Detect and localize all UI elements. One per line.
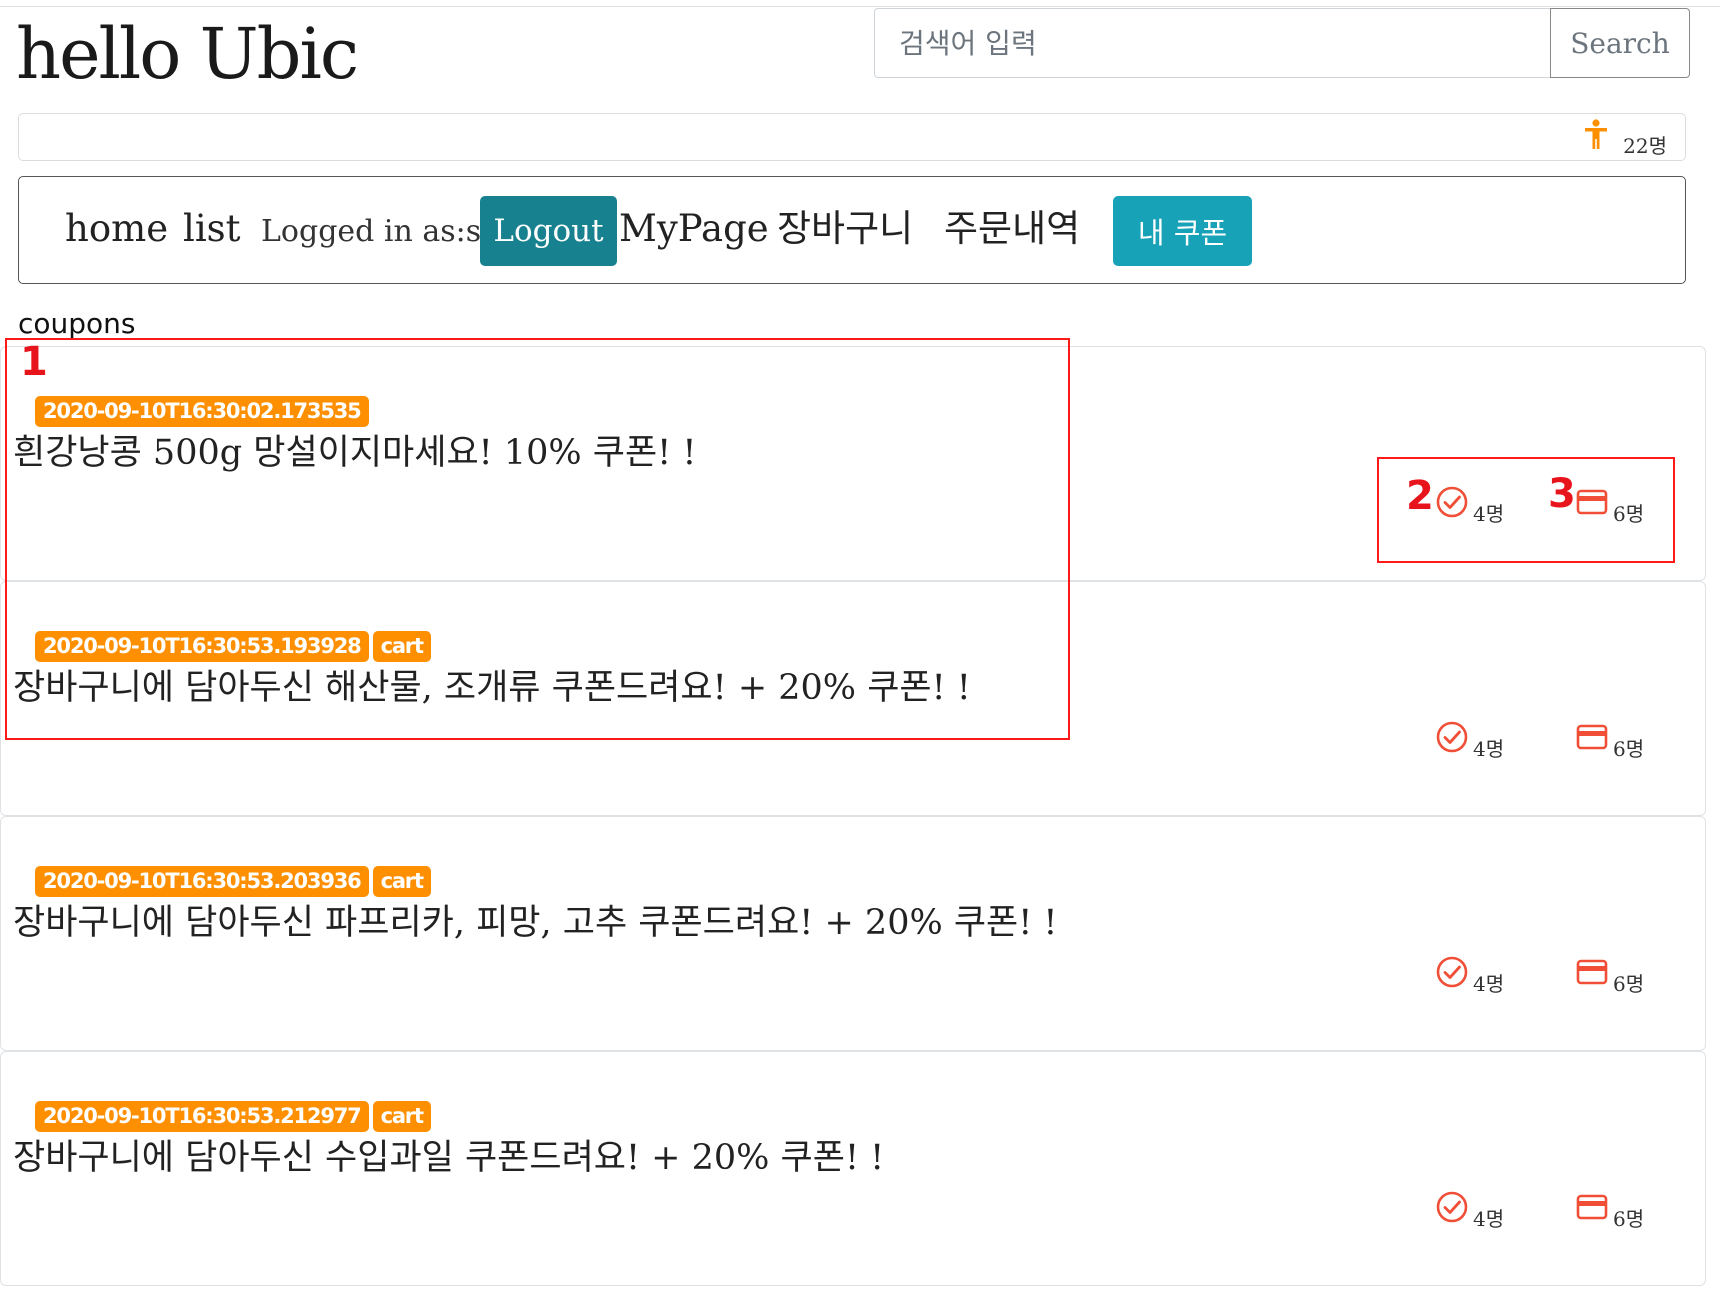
cart-count: 6명 (1613, 972, 1645, 996)
credit-card-icon (1576, 959, 1608, 985)
section-label: coupons (18, 307, 136, 340)
check-circle-icon (1436, 721, 1468, 753)
annotation-label-2: 2 (1406, 473, 1434, 519)
nav-list[interactable]: list (183, 207, 241, 251)
used-count: 4명 (1473, 737, 1505, 761)
used-count: 4명 (1473, 1207, 1505, 1231)
my-coupons-button[interactable]: 내 쿠폰 (1113, 196, 1252, 266)
search-input[interactable] (874, 8, 1554, 78)
site-title: hello Ubic (16, 13, 359, 95)
logged-in-text: Logged in as:sisi (261, 214, 516, 249)
coupon-title[interactable]: 장바구니에 담아두신 파프리카, 피망, 고추 쿠폰드려요! + 20% 쿠폰!… (13, 901, 1058, 945)
coupon-card[interactable]: 2020-09-10T16:30:53.203936 cart 장바구니에 담아두… (0, 816, 1706, 1051)
credit-card-icon (1576, 724, 1608, 750)
annotation-label-3: 3 (1548, 471, 1576, 517)
nav-cart[interactable]: 장바구니 (777, 207, 913, 251)
date-badge: 2020-09-10T16:30:53.203936 (35, 866, 369, 897)
credit-card-icon (1576, 1194, 1608, 1220)
tag-badge: cart (372, 1101, 431, 1132)
annotation-label-1: 1 (20, 339, 48, 385)
top-rule (0, 6, 1720, 7)
search-button[interactable]: Search (1550, 8, 1690, 78)
navbar: home list Logged in as:sisi Logout MyPag… (18, 176, 1686, 284)
nav-home[interactable]: home (65, 207, 168, 251)
coupon-title[interactable]: 장바구니에 담아두신 수입과일 쿠폰드려요! + 20% 쿠폰! ! (13, 1136, 884, 1180)
nav-orders[interactable]: 주문내역 (944, 207, 1080, 251)
cart-count: 6명 (1613, 1207, 1645, 1231)
used-count: 4명 (1473, 972, 1505, 996)
cart-count: 6명 (1613, 737, 1645, 761)
coupon-card[interactable]: 2020-09-10T16:30:53.212977 cart 장바구니에 담아두… (0, 1051, 1706, 1286)
nav-mypage[interactable]: MyPage (619, 207, 769, 251)
visitor-count: 22명 (1623, 134, 1667, 158)
date-badge: 2020-09-10T16:30:53.212977 (35, 1101, 369, 1132)
logout-button[interactable]: Logout (480, 196, 617, 266)
tag-badge: cart (372, 866, 431, 897)
check-circle-icon (1436, 956, 1468, 988)
visitor-bar: 22명 (18, 113, 1686, 161)
search-form: Search (874, 8, 1690, 78)
annotation-box-1 (5, 338, 1070, 740)
accessibility-person-icon (1579, 118, 1613, 152)
check-circle-icon (1436, 1191, 1468, 1223)
